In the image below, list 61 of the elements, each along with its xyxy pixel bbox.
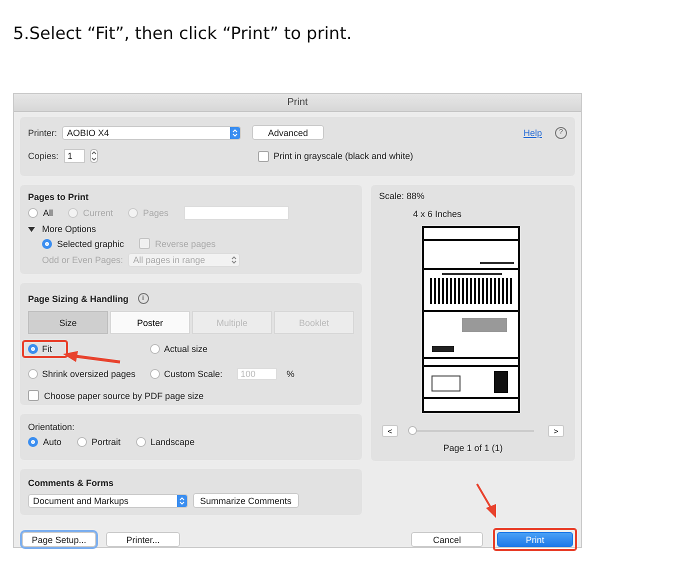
disclosure-icon[interactable] bbox=[28, 226, 35, 232]
pointer-arrow bbox=[63, 351, 120, 364]
radio-label: Portrait bbox=[92, 437, 121, 447]
radio-label: Custom Scale: bbox=[164, 369, 223, 379]
previous-page-button[interactable]: < bbox=[382, 425, 398, 437]
stepper-icon bbox=[177, 494, 187, 506]
radio-button[interactable] bbox=[42, 238, 52, 248]
pages-field[interactable] bbox=[184, 206, 289, 220]
radio-label: Auto bbox=[43, 437, 62, 447]
sizing-tab[interactable]: Poster bbox=[110, 311, 190, 334]
radio-label: Actual size bbox=[164, 344, 208, 354]
radio-label: Shrink oversized pages bbox=[42, 369, 136, 379]
sizing-tab[interactable]: Size bbox=[28, 311, 108, 334]
comments-select[interactable]: Document and Markups bbox=[28, 494, 188, 508]
radio-button[interactable] bbox=[136, 437, 146, 447]
radio-label: Pages bbox=[143, 208, 169, 218]
printer-select[interactable]: AOBIO X4 bbox=[62, 126, 242, 140]
more-options-label: More Options bbox=[42, 224, 96, 234]
reverse-label: Reverse pages bbox=[155, 238, 216, 248]
section-title: Comments & Forms bbox=[28, 478, 115, 488]
cancel-button[interactable]: Cancel bbox=[411, 532, 483, 547]
radio-button[interactable] bbox=[28, 369, 38, 379]
radio-button[interactable] bbox=[76, 437, 87, 447]
percent-label: % bbox=[286, 369, 295, 379]
stepper-icon bbox=[229, 254, 240, 266]
copies-field[interactable]: 1 bbox=[64, 149, 85, 163]
radio-button[interactable] bbox=[150, 369, 160, 379]
radio-label: Fit bbox=[42, 344, 52, 354]
grayscale-label: Print in grayscale (black and white) bbox=[274, 151, 414, 161]
footer-button[interactable]: Printer... bbox=[106, 532, 180, 547]
radio-label: Landscape bbox=[150, 437, 195, 447]
help-link[interactable]: Help bbox=[523, 128, 542, 138]
paper-size-label: 4 x 6 Inches bbox=[413, 209, 463, 219]
scale-label: Scale: 88% bbox=[379, 191, 426, 201]
page-slider[interactable] bbox=[408, 426, 417, 435]
odd-even-label: Odd or Even Pages: bbox=[42, 255, 124, 265]
footer-button[interactable]: Page Setup... bbox=[22, 532, 96, 547]
window-title: Print bbox=[287, 97, 308, 108]
radio-button[interactable] bbox=[28, 208, 38, 218]
next-page-button[interactable]: > bbox=[548, 425, 564, 437]
radio-label: Selected graphic bbox=[57, 238, 124, 248]
radio-button[interactable] bbox=[28, 437, 38, 447]
radio-button[interactable] bbox=[150, 344, 160, 354]
section-title: Page Sizing & Handling bbox=[28, 294, 129, 304]
pointer-arrow bbox=[476, 484, 496, 518]
page-count-label: Page 1 of 1 (1) bbox=[442, 443, 504, 453]
orientation-label: Orientation: bbox=[28, 422, 76, 432]
section-title: Pages to Print bbox=[28, 192, 90, 202]
paper-source-label: Choose paper source by PDF page size bbox=[44, 390, 204, 400]
printer-label: Printer: bbox=[28, 128, 58, 138]
radio-label: All bbox=[43, 208, 54, 218]
copies-label: Copies: bbox=[28, 151, 59, 161]
instruction-text: 5.Select “Fit”, then click “Print” to print. bbox=[13, 24, 352, 44]
paper-source-checkbox[interactable] bbox=[28, 390, 39, 401]
stepper-icon[interactable] bbox=[90, 149, 98, 163]
radio-label: Current bbox=[83, 208, 114, 218]
stepper-icon bbox=[230, 126, 240, 138]
radio-button[interactable] bbox=[28, 344, 38, 354]
grayscale-checkbox[interactable] bbox=[258, 150, 269, 162]
advanced-button[interactable]: Advanced bbox=[252, 125, 324, 140]
summarize-button[interactable]: Summarize Comments bbox=[193, 493, 299, 508]
